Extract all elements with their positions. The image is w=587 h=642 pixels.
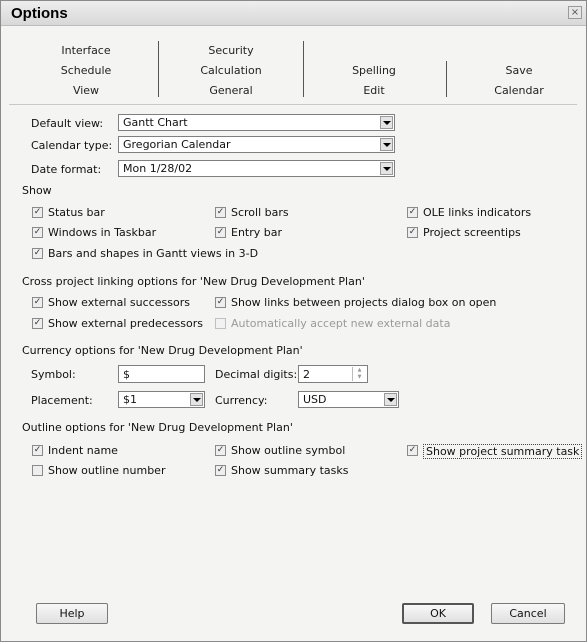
tab-security[interactable]: Security bbox=[191, 44, 271, 57]
checkmark-icon: ✓ bbox=[215, 445, 226, 456]
checkmark-icon: ✓ bbox=[32, 318, 43, 329]
close-button[interactable]: × bbox=[568, 6, 582, 19]
outline-heading: Outline options for 'New Drug Developmen… bbox=[22, 421, 293, 434]
decimal-digits-label: Decimal digits: bbox=[215, 368, 298, 381]
tab-save[interactable]: Save bbox=[479, 64, 559, 77]
checkbox-label: Show outline symbol bbox=[231, 444, 346, 457]
checkmark-icon: ✓ bbox=[32, 248, 43, 259]
currency-heading: Currency options for 'New Drug Developme… bbox=[22, 344, 303, 357]
spin-down-icon[interactable]: ▼ bbox=[353, 374, 366, 381]
date-format-label: Date format: bbox=[31, 163, 102, 176]
currency-value: USD bbox=[303, 393, 327, 406]
checkbox-label: Windows in Taskbar bbox=[48, 226, 157, 239]
checkbox-label: Show external successors bbox=[48, 296, 190, 309]
checkbox-label: Show external predecessors bbox=[48, 317, 203, 330]
checkmark-icon: ✓ bbox=[215, 227, 226, 238]
checkmark-icon: ✓ bbox=[407, 227, 418, 238]
cancel-button[interactable]: Cancel bbox=[491, 603, 565, 624]
default-view-label: Default view: bbox=[31, 117, 104, 130]
currency-label: Currency: bbox=[215, 394, 268, 407]
checkmark-icon: ✓ bbox=[32, 207, 43, 218]
checkmark-icon: ✓ bbox=[215, 207, 226, 218]
checkmark-icon: ✓ bbox=[215, 297, 226, 308]
placement-value: $1 bbox=[123, 393, 137, 406]
tab-divider bbox=[158, 41, 159, 97]
checkbox-label: Status bar bbox=[48, 206, 105, 219]
calendar-type-select[interactable]: Gregorian Calendar bbox=[118, 136, 395, 153]
decimal-digits-value: 2 bbox=[303, 368, 310, 381]
checkbox-label: Show summary tasks bbox=[231, 464, 349, 477]
checkbox-label: Bars and shapes in Gantt views in 3-D bbox=[48, 247, 259, 260]
tab-general[interactable]: General bbox=[191, 84, 271, 97]
show-section-heading: Show bbox=[22, 184, 52, 197]
tab-divider bbox=[446, 61, 447, 97]
help-button[interactable]: Help bbox=[36, 603, 108, 624]
checkbox-label: Indent name bbox=[48, 444, 118, 457]
decimal-digits-stepper[interactable]: 2 ▲ ▼ bbox=[298, 365, 368, 383]
checkbox-box bbox=[215, 318, 226, 329]
chevron-down-icon[interactable] bbox=[380, 116, 393, 129]
dialog-title: Options bbox=[11, 5, 68, 22]
tab-divider bbox=[303, 41, 304, 97]
currency-select[interactable]: USD bbox=[298, 391, 399, 408]
spin-buttons[interactable]: ▲ ▼ bbox=[352, 367, 366, 381]
tab-panel-border bbox=[9, 104, 577, 105]
placement-label: Placement: bbox=[31, 394, 93, 407]
symbol-input[interactable]: $ bbox=[118, 365, 205, 383]
checkbox-label: Automatically accept new external data bbox=[231, 317, 451, 330]
date-format-value: Mon 1/28/02 bbox=[123, 162, 193, 175]
checkmark-icon: ✓ bbox=[32, 227, 43, 238]
calendar-type-label: Calendar type: bbox=[31, 139, 113, 152]
tab-calendar[interactable]: Calendar bbox=[479, 84, 559, 97]
cross-project-heading: Cross project linking options for 'New D… bbox=[22, 275, 365, 288]
checkbox-label: Project screentips bbox=[423, 226, 521, 239]
tab-view[interactable]: View bbox=[46, 84, 126, 97]
checkmark-icon: ✓ bbox=[407, 445, 418, 456]
checkmark-icon: ✓ bbox=[215, 465, 226, 476]
default-view-value: Gantt Chart bbox=[123, 116, 188, 129]
checkbox-label: Show outline number bbox=[48, 464, 166, 477]
checkbox-box bbox=[32, 465, 43, 476]
spin-up-icon[interactable]: ▲ bbox=[353, 367, 366, 374]
placement-select[interactable]: $1 bbox=[118, 391, 205, 408]
calendar-type-value: Gregorian Calendar bbox=[123, 138, 231, 151]
title-bar: Options × bbox=[1, 1, 586, 26]
checkbox-label: Show project summary task bbox=[423, 444, 583, 459]
checkbox-label: Entry bar bbox=[231, 226, 283, 239]
tab-edit[interactable]: Edit bbox=[334, 84, 414, 97]
checkmark-icon: ✓ bbox=[407, 207, 418, 218]
symbol-label: Symbol: bbox=[31, 368, 76, 381]
options-dialog: Options × Interface Security Schedule Ca… bbox=[0, 0, 587, 642]
checkmark-icon: ✓ bbox=[32, 297, 43, 308]
tab-schedule[interactable]: Schedule bbox=[46, 64, 126, 77]
chevron-down-icon[interactable] bbox=[190, 393, 203, 406]
checkmark-icon: ✓ bbox=[32, 445, 43, 456]
checkbox-label: Show links between projects dialog box o… bbox=[231, 296, 497, 309]
checkbox-label: Scroll bars bbox=[231, 206, 289, 219]
chevron-down-icon[interactable] bbox=[380, 162, 393, 175]
chevron-down-icon[interactable] bbox=[384, 393, 397, 406]
tab-calculation[interactable]: Calculation bbox=[191, 64, 271, 77]
tab-interface[interactable]: Interface bbox=[46, 44, 126, 57]
tab-spelling[interactable]: Spelling bbox=[334, 64, 414, 77]
default-view-select[interactable]: Gantt Chart bbox=[118, 114, 395, 131]
checkbox-label: OLE links indicators bbox=[423, 206, 532, 219]
symbol-value: $ bbox=[123, 368, 130, 381]
chevron-down-icon[interactable] bbox=[380, 138, 393, 151]
date-format-select[interactable]: Mon 1/28/02 bbox=[118, 160, 395, 177]
ok-button[interactable]: OK bbox=[402, 603, 474, 624]
